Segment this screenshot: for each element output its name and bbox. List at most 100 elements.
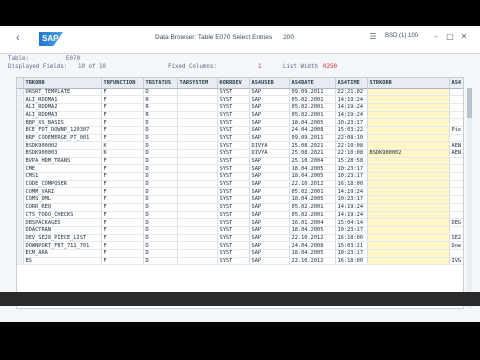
table-cell[interactable]: SYST [217, 103, 250, 112]
table-cell[interactable]: D [143, 88, 178, 97]
table-cell[interactable]: R [143, 95, 178, 104]
table-row[interactable]: COMM_VARI F D SYST SAP 05.02.2001 14:19:24 [17, 187, 463, 197]
table-cell[interactable]: 22:10:08 [335, 149, 368, 158]
table-cell[interactable]: 15:03:22 [335, 126, 368, 135]
table-cell[interactable] [367, 111, 450, 120]
table-cell[interactable]: F [101, 187, 144, 197]
table-cell[interactable]: D [143, 203, 178, 212]
table-cell[interactable]: 05.02.2001 [289, 103, 336, 112]
table-cell[interactable] [177, 149, 218, 158]
table-cell[interactable]: D [143, 211, 178, 220]
table-cell[interactable]: D [143, 172, 178, 181]
table-cell[interactable]: DDACTRAN [23, 226, 102, 235]
table-cell[interactable] [177, 195, 218, 204]
table-cell[interactable] [449, 111, 463, 120]
table-cell[interactable] [177, 95, 218, 104]
table-cell[interactable]: CMS1 [23, 172, 102, 181]
table-cell[interactable] [449, 211, 463, 220]
table-cell[interactable]: 05.02.2001 [289, 203, 336, 212]
table-row[interactable]: CTS_TODO_CHECKS F D SYST SAP 05.02.2001 14:19:… [17, 211, 463, 220]
table-cell[interactable]: DOWNPORT_FBT_711_701 [23, 241, 102, 250]
table-row[interactable]: CMS1 F D SYST SAP 18.04.2005 10:23:17 [17, 172, 463, 181]
table-cell[interactable]: 15:03:21 [335, 241, 368, 250]
scrollbar-thumb[interactable] [467, 88, 472, 118]
table-cell[interactable] [449, 134, 463, 143]
table-cell[interactable]: 22.10.2012 [289, 257, 336, 266]
table-cell[interactable]: SYST [217, 95, 250, 104]
table-cell[interactable] [367, 187, 450, 197]
table-cell[interactable] [367, 257, 450, 266]
table-row[interactable]: ORSRT_TEMPLATE F D SYST SAP 09.09.2011 22:21:0… [17, 88, 463, 97]
table-row[interactable]: ALI_RDDMA3 F R SYST SAP 05.02.2001 14:19:24 [17, 111, 463, 120]
table-cell[interactable]: D [143, 241, 178, 250]
table-cell[interactable] [449, 187, 463, 197]
table-cell[interactable]: 25.08.2021 [289, 149, 336, 158]
table-cell[interactable]: SYST [217, 118, 250, 127]
table-cell[interactable]: SAP [249, 118, 290, 127]
column-header[interactable]: AS4TIME [335, 78, 368, 89]
table-cell[interactable]: 14:19:24 [335, 203, 368, 212]
table-cell[interactable]: BVPA_HDM_TRANS [23, 157, 102, 166]
table-cell[interactable]: 16:18:00 [335, 180, 368, 189]
table-row[interactable]: DOWNPORT_FBT_711_701 F D SYST SAP 24.04.2008 1… [17, 241, 463, 250]
table-row[interactable]: CME F D SYST SAP 18.04.2005 10:23:17 [17, 164, 463, 174]
menu-icon[interactable]: ☰ [368, 32, 378, 42]
table-cell[interactable]: D [143, 149, 178, 158]
table-cell[interactable]: SAP [249, 172, 290, 181]
table-cell[interactable] [177, 111, 218, 120]
column-header[interactable]: KORRDEV [217, 78, 250, 89]
table-row[interactable]: DDACTRAN F D SYST SAP 18.04.2005 10:23:17 [17, 226, 463, 235]
table-cell[interactable]: Dow [449, 241, 463, 250]
table-cell[interactable]: 10:23:17 [335, 164, 368, 174]
table-cell[interactable] [177, 172, 218, 181]
table-cell[interactable]: SYST [217, 180, 250, 189]
table-cell[interactable] [367, 241, 450, 250]
table-cell[interactable]: F [101, 103, 144, 112]
table-row[interactable]: BRF_CODEMERGE_PT_001 F D SYST SAP 09.09.2011 2… [17, 134, 463, 143]
table-cell[interactable]: SYST [217, 211, 250, 220]
table-cell[interactable]: SAP [249, 180, 290, 189]
table-cell[interactable]: D [143, 126, 178, 135]
table-cell[interactable] [177, 103, 218, 112]
table-cell[interactable]: 14:19:24 [335, 103, 368, 112]
table-cell[interactable] [177, 234, 218, 243]
table-cell[interactable]: SAP [249, 218, 290, 227]
table-cell[interactable]: 14:19:24 [335, 211, 368, 220]
table-cell[interactable]: D [143, 226, 178, 235]
table-cell[interactable]: F [101, 164, 144, 174]
table-cell[interactable]: D [143, 257, 178, 266]
table-cell[interactable]: SAP [249, 234, 290, 243]
table-row[interactable]: BVPA_HDM_TRANS F D SYST SAP 25.10.2004 15:28:5… [17, 157, 463, 166]
table-cell[interactable]: SYST [217, 187, 250, 197]
table-cell[interactable]: F [101, 126, 144, 135]
table-cell[interactable]: D [143, 249, 178, 258]
table-cell[interactable]: 25.08.2021 [289, 141, 336, 150]
table-cell[interactable]: CME [23, 164, 102, 174]
table-cell[interactable]: ORSRT_TEMPLATE [23, 88, 102, 97]
table-cell[interactable]: 18.04.2005 [289, 195, 336, 204]
table-cell[interactable]: SYST [217, 149, 250, 158]
table-cell[interactable]: SYST [217, 226, 250, 235]
table-cell[interactable]: SE2 [449, 234, 463, 243]
table-cell[interactable] [449, 103, 463, 112]
table-cell[interactable] [177, 88, 218, 97]
minimize-icon[interactable]: – [431, 32, 441, 42]
table-cell[interactable]: 09.09.2011 [289, 134, 336, 143]
table-cell[interactable] [177, 164, 218, 174]
column-header[interactable]: AS4 [449, 78, 463, 89]
table-cell[interactable]: SYST [217, 234, 250, 243]
table-cell[interactable] [177, 203, 218, 212]
table-cell[interactable]: 22:08:10 [335, 134, 368, 143]
table-cell[interactable]: SAP [249, 164, 290, 174]
table-cell[interactable] [367, 118, 450, 127]
table-cell[interactable]: CORR_REQ [23, 203, 102, 212]
table-cell[interactable]: F [101, 157, 144, 166]
table-cell[interactable]: 15:28:58 [335, 157, 368, 166]
table-cell[interactable]: SAP [249, 95, 290, 104]
vertical-scrollbar[interactable] [467, 88, 472, 308]
table-cell[interactable]: F [101, 218, 144, 227]
table-row[interactable]: BSDK900003 K D SYST DIVYA 25.08.2021 22:10:08 B… [17, 149, 463, 158]
table-cell[interactable]: F [101, 203, 144, 212]
table-cell[interactable] [177, 180, 218, 189]
table-cell[interactable]: ALI_RDDMA2 [23, 103, 102, 112]
